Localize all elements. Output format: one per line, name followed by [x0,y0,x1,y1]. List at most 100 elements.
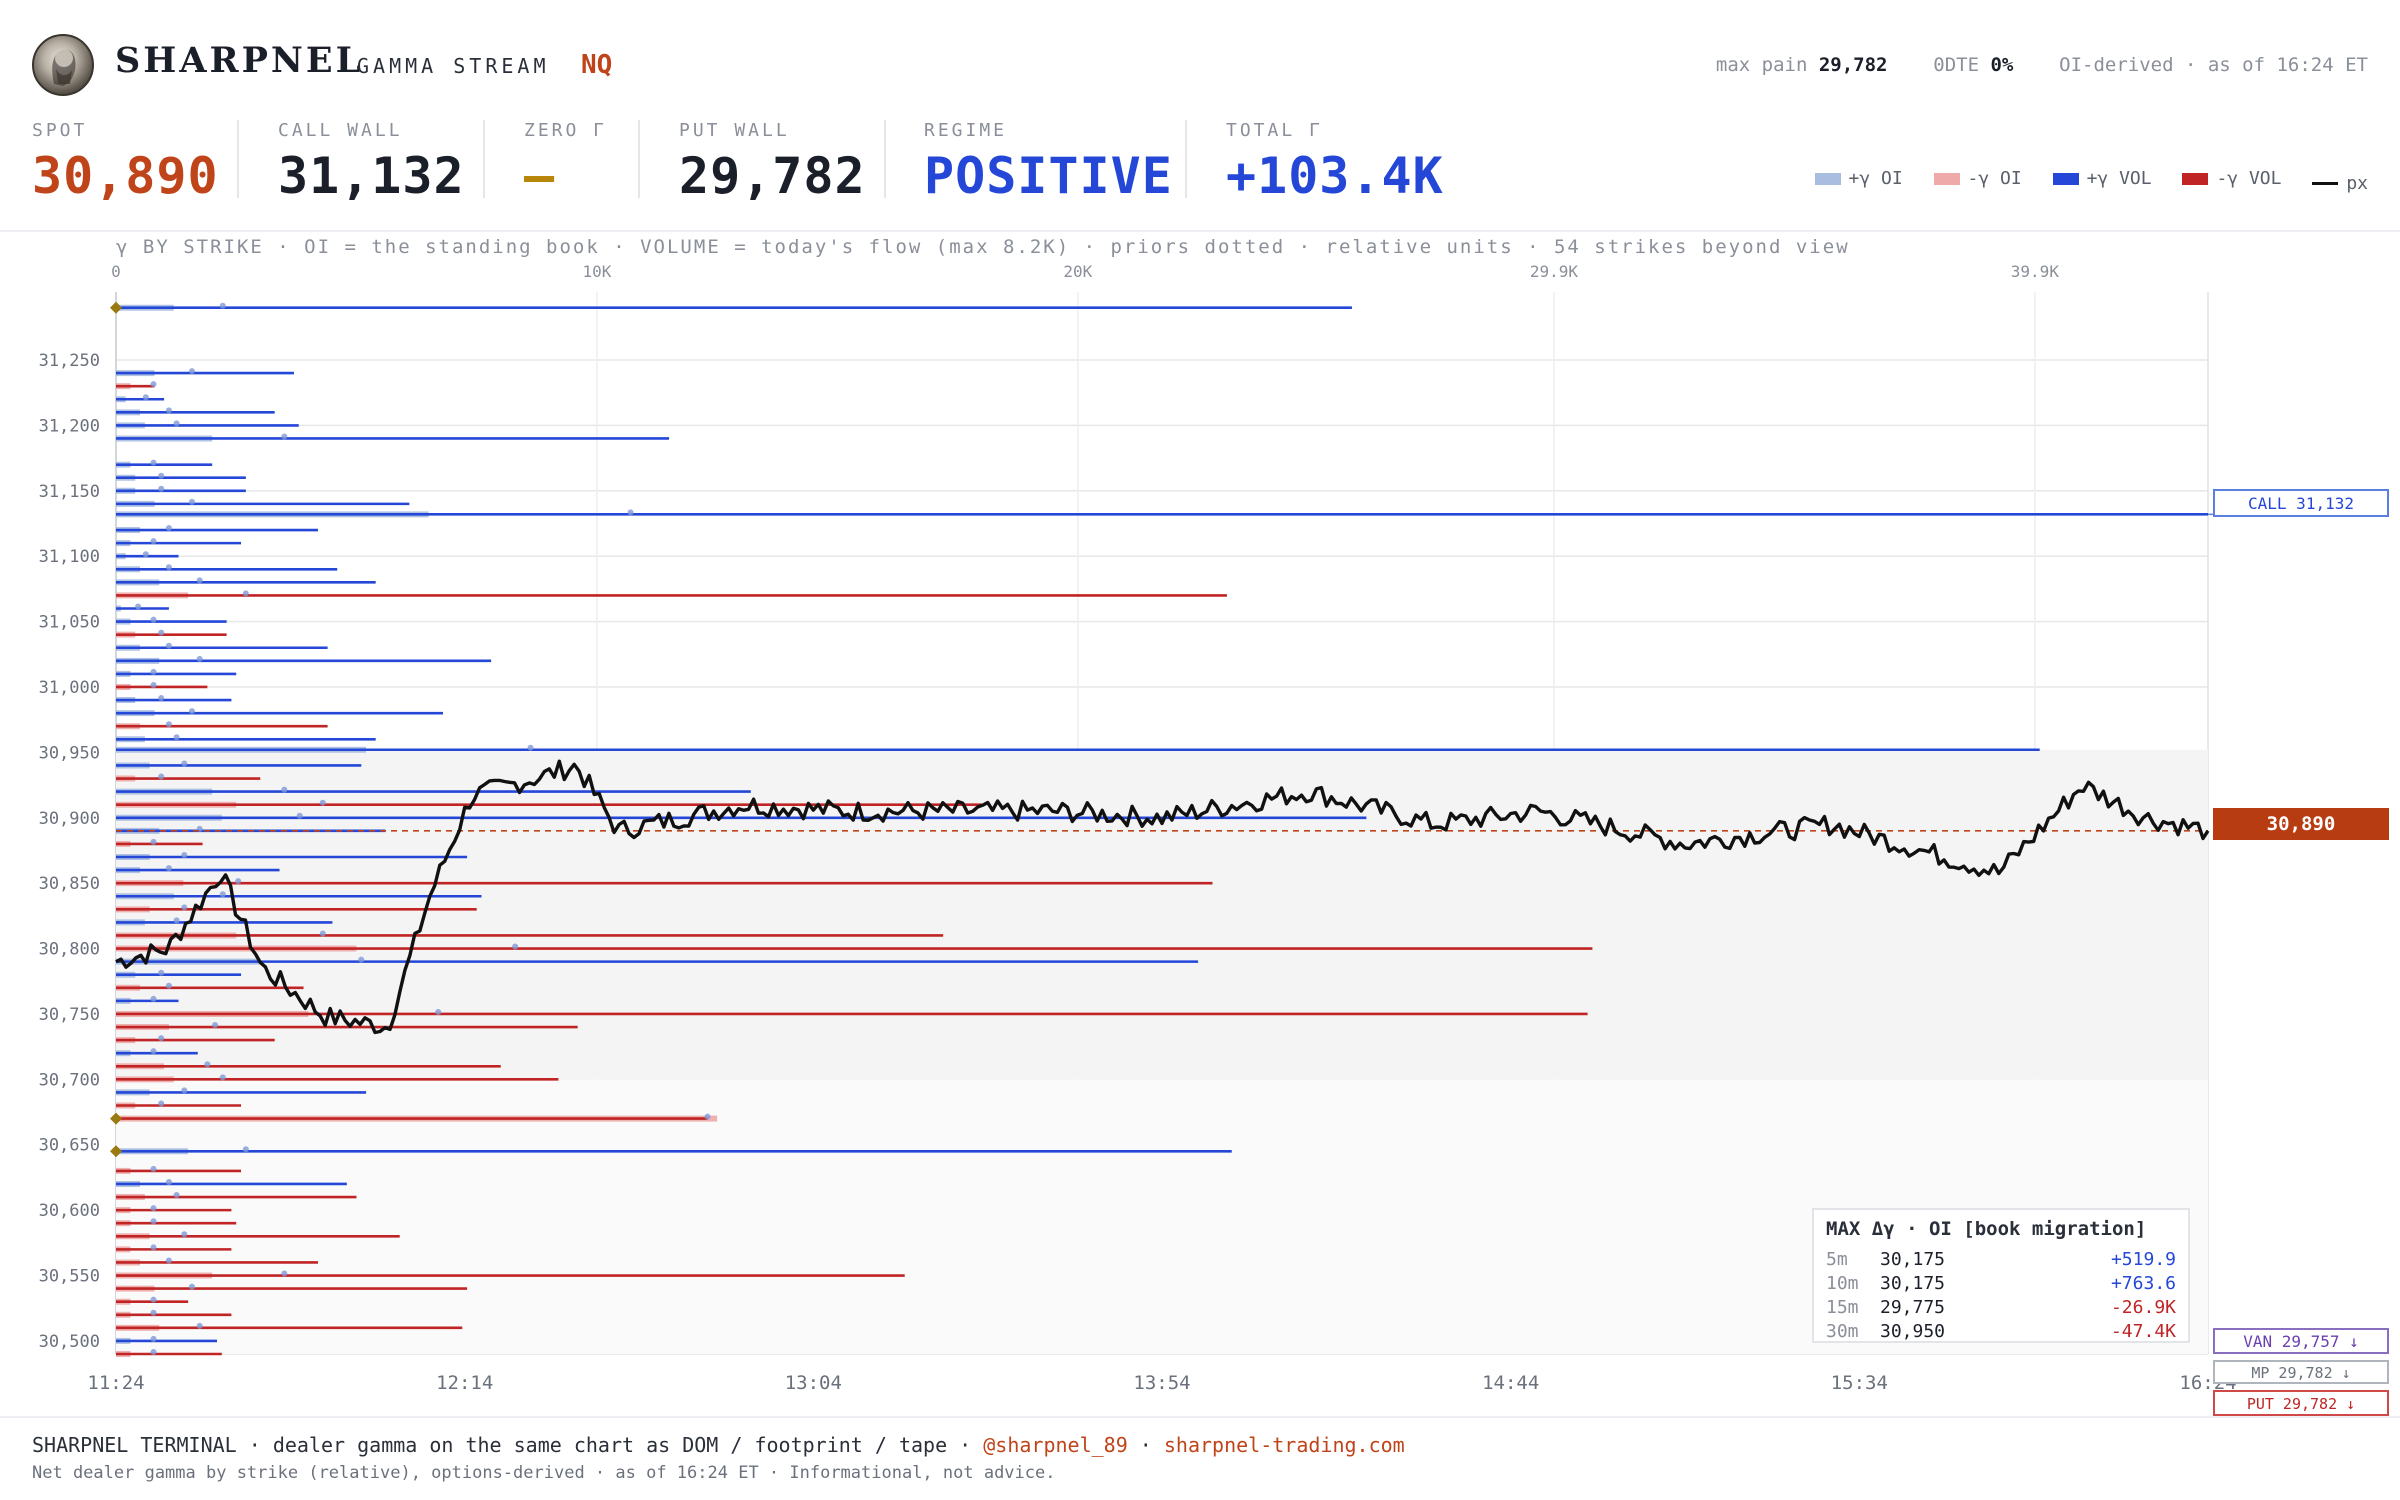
divider [638,120,640,198]
delta: +763.6 [2110,1273,2176,1294]
top-tick-label: 39.9K [2011,262,2060,281]
prior-dot [150,838,157,845]
max-pain-tag[interactable]: MP 29,782 ↓ [2213,1360,2389,1384]
prior-dot [281,786,288,793]
chart-caption: γ BY STRIKE · OI = the standing book · V… [116,236,1850,258]
prior-dot [158,485,165,492]
legend-item-neg-vol[interactable]: -γ VOL [2182,168,2281,189]
stat-label: TOTAL Γ [1226,120,1323,141]
legend-item-px[interactable]: px [2312,173,2368,194]
website-link[interactable]: sharpnel-trading.com [1164,1433,1405,1457]
prior-dot [158,695,165,702]
top-axis: 0 10K 20K 29.9K 39.9K [111,262,2059,281]
legend-label: +γ OI [1848,168,1903,189]
prior-dot [627,509,634,516]
strike: 30,950 [1880,1321,1946,1342]
prior-dot [188,708,195,715]
window: 5m [1826,1249,1848,1270]
swatch-icon [1814,172,1841,185]
prior-dot [173,1192,180,1199]
gamma-band [116,749,2208,1080]
prior-dot [158,1035,165,1042]
prior-dot [165,721,172,728]
put-wall-tag[interactable]: PUT 29,782 ↓ [2213,1390,2389,1416]
swatch-icon [1933,172,1960,185]
y-tick-label: 31,100 [39,547,100,567]
x-tick-label: 13:54 [1133,1372,1190,1394]
x-tick-label: 14:44 [1482,1372,1539,1394]
stat-put-wall: PUT WALL 29,782 [679,120,866,205]
prior-dot [150,1309,157,1316]
divider [237,120,239,198]
prior-dot [212,1022,219,1029]
prior-dot [165,642,172,649]
prior-dot [158,1100,165,1107]
stat-label: CALL WALL [278,120,403,141]
line-icon [2312,181,2339,185]
delta: -26.9K [2110,1297,2176,1318]
stat-regime: REGIME POSITIVE [924,120,1173,205]
prior-dot [512,943,519,950]
legend-label: px [2346,172,2368,194]
prior-dot [165,407,172,414]
prior-dot [242,590,249,597]
prior-dot [142,551,149,558]
prior-dot [135,603,142,610]
prior-dot [704,1113,711,1120]
delta: +519.9 [2110,1249,2176,1270]
call-wall-tag[interactable]: CALL 31,132 [2213,489,2389,517]
prior-dot [158,629,165,636]
prior-dot [150,1296,157,1303]
strike: 30,175 [1880,1249,1946,1270]
y-tick-label: 30,950 [39,743,100,763]
migration-title: MAX Δγ · OI [book migration] [1826,1218,2147,1240]
prior-dot [150,616,157,623]
prior-dot [173,734,180,741]
top-tick-label: 20K [1063,262,1092,281]
window: 15m [1826,1297,1859,1318]
legend-item-pos-oi[interactable]: +γ OI [1814,168,1903,189]
header: SHARPNEL GAMMA STREAM NQ max pain 29,782… [0,0,2400,130]
prior-dot [181,852,188,859]
prior-dot [150,995,157,1002]
y-tick-label: 30,650 [39,1136,100,1156]
y-tick-label: 31,150 [39,482,100,502]
spot-price-tag[interactable]: 30,890 [2213,808,2389,840]
delta: -47.4K [2110,1321,2176,1342]
prior-dot [165,982,172,989]
prior-dot [165,1257,172,1264]
legend-item-neg-oi[interactable]: -γ OI [1933,168,2022,189]
chart-legend: +γ OI -γ OI +γ VOL -γ VOL px [1795,168,2368,194]
legend-item-pos-vol[interactable]: +γ VOL [2052,168,2152,189]
twitter-link[interactable]: @sharpnel_89 [983,1433,1128,1457]
prior-dot [319,930,326,937]
migration-row: 30m 30,950 -47.4K [1826,1320,2176,1344]
prior-dot [158,969,165,976]
stat-value: POSITIVE [924,147,1173,205]
source-note: OI-derived · as of 16:24 ET [2059,54,2368,76]
x-tick-label: 12:14 [436,1372,493,1394]
top-tick-label: 29.9K [1530,262,1579,281]
footer-line-1: SHARPNEL TERMINAL · dealer gamma on the … [32,1433,1405,1457]
prior-dot [173,420,180,427]
prior-dot [150,1218,157,1225]
prior-dot [150,668,157,675]
y-tick-label: 31,250 [39,351,100,371]
top-tick-label: 0 [111,262,121,281]
van-tag[interactable]: VAN 29,757 ↓ [2213,1328,2389,1354]
prior-dot [150,1165,157,1172]
x-tick-label: 15:34 [1831,1372,1888,1394]
prior-dot [296,812,303,819]
stat-value: 29,782 [679,147,866,205]
symbol-badge[interactable]: NQ [581,50,612,80]
migration-row: 5m 30,175 +519.9 [1826,1248,2176,1272]
x-axis: 11:24 12:14 13:04 13:54 14:44 15:34 16:24 [87,1372,2236,1394]
prior-dot [204,1061,211,1068]
prior-dot [281,1270,288,1277]
prior-dot [435,1008,442,1015]
prior-dot [196,577,203,584]
y-tick-label: 31,000 [39,678,100,698]
prior-dot [150,681,157,688]
y-tick-label: 30,550 [39,1267,100,1287]
y-tick-label: 30,900 [39,809,100,829]
